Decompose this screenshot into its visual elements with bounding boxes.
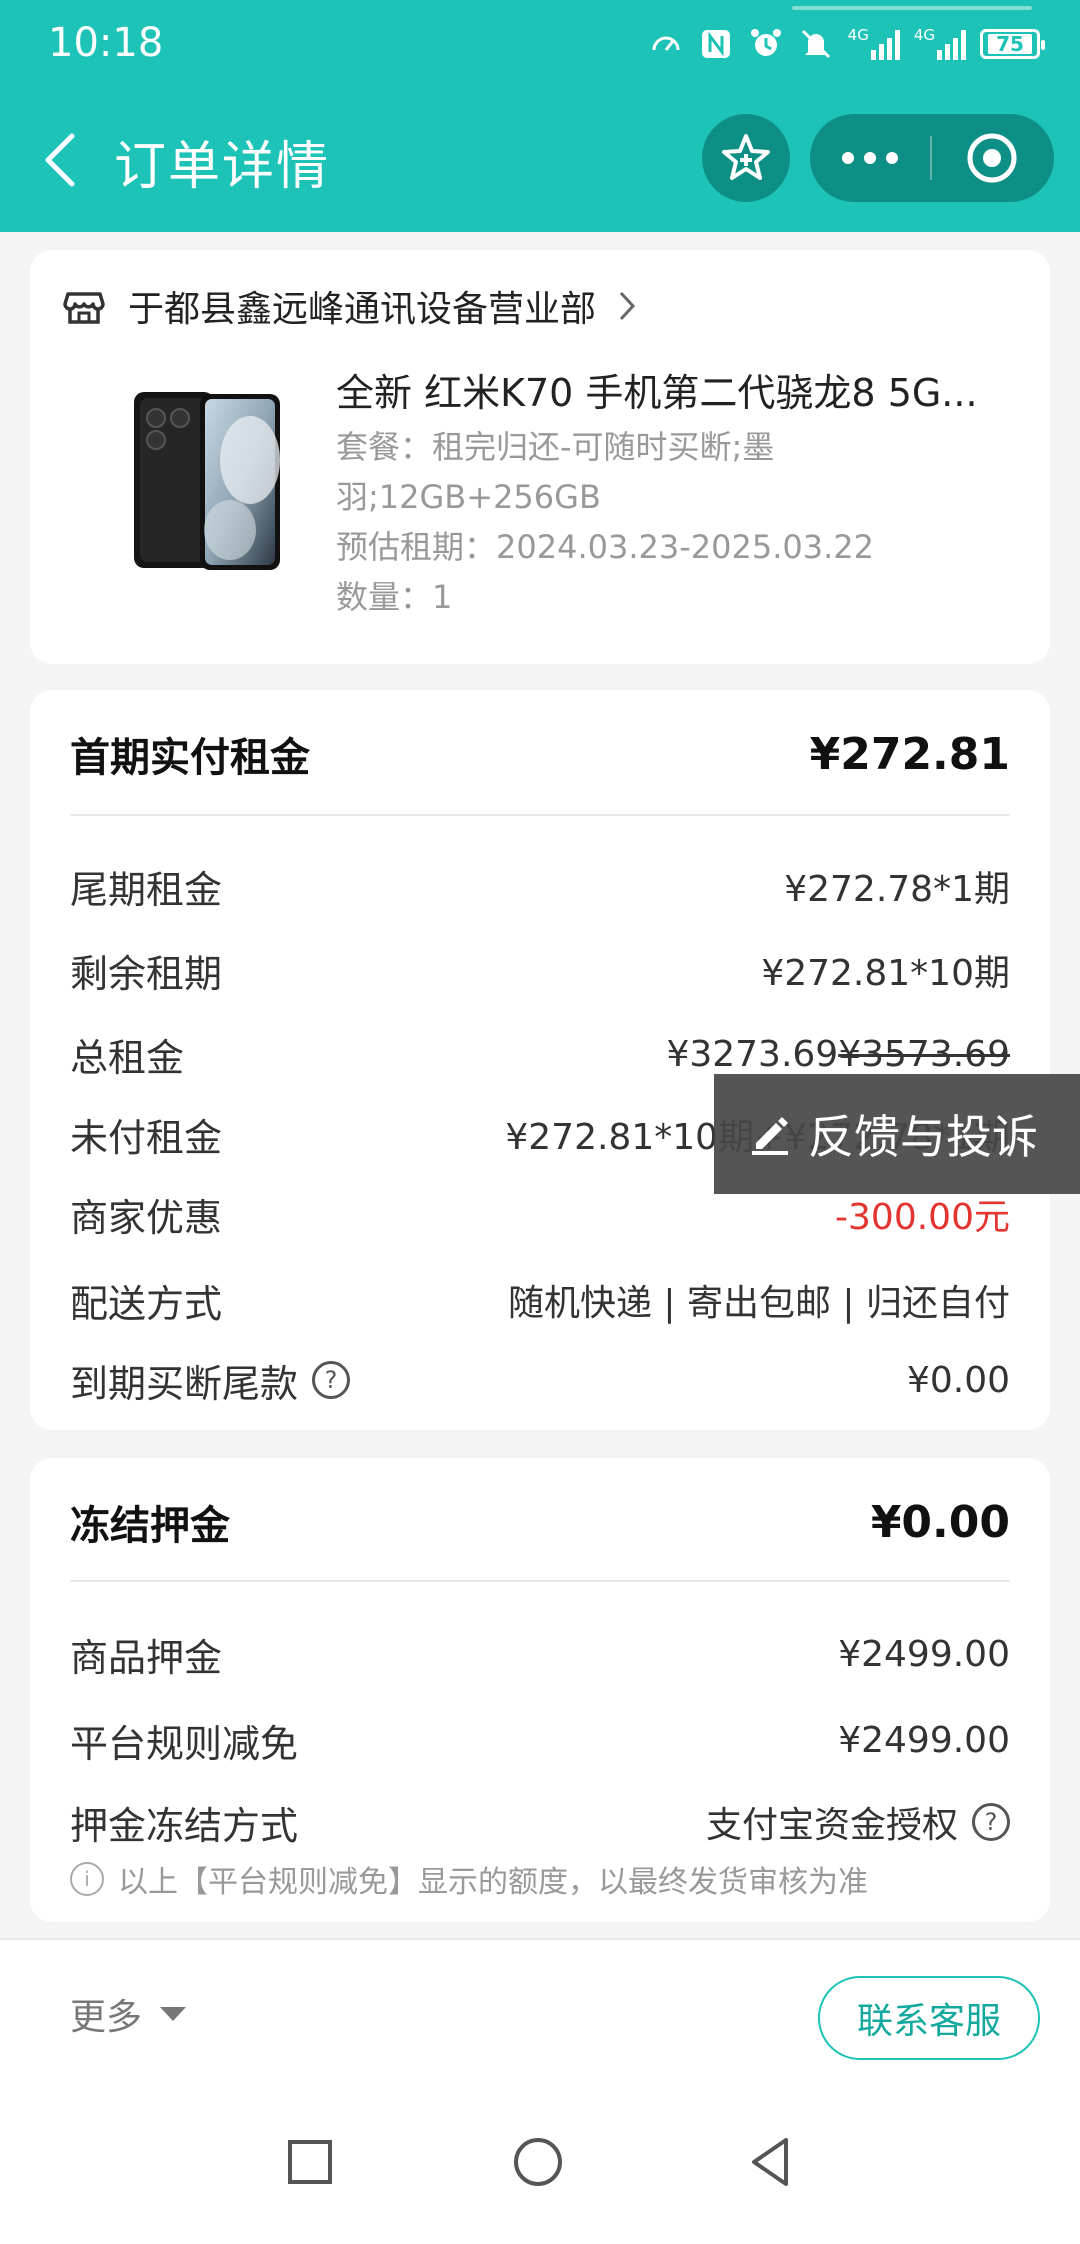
- product-deposit-row: 商品押金 ¥2499.00: [70, 1624, 1010, 1684]
- status-time: 10:18: [48, 20, 164, 66]
- battery-icon: 75: [980, 29, 1045, 59]
- freeze-method-value: 支付宝资金授权?: [706, 1796, 1010, 1848]
- product-quantity: 数量：1: [336, 578, 453, 616]
- product-rental-period: 预估租期：2024.03.23-2025.03.22: [336, 528, 874, 566]
- frozen-deposit-label: 冻结押金: [70, 1503, 230, 1549]
- divider: [70, 814, 1010, 816]
- nfc-icon: [701, 30, 730, 58]
- network-type-label: 4G: [913, 26, 935, 44]
- recents-square-icon[interactable]: [280, 2132, 340, 2192]
- first-rent-row: 首期实付租金 ¥272.81: [70, 724, 1010, 784]
- info-icon: i: [70, 1862, 104, 1896]
- back-chevron-icon[interactable]: [30, 130, 90, 190]
- deposit-card: 冻结押金 ¥0.00 商品押金 ¥2499.00 平台规则减免 ¥2499.00…: [30, 1458, 1050, 1922]
- help-icon[interactable]: ?: [972, 1803, 1010, 1841]
- delivery-row: 配送方式 随机快递 | 寄出包邮 | 归还自付: [70, 1270, 1010, 1330]
- frozen-deposit-value: ¥0.00: [870, 1496, 1010, 1548]
- caret-down-icon: [160, 2007, 187, 2021]
- signal-icon: 4G: [914, 28, 966, 60]
- waiver-note: i 以上【平台规则减免】显示的额度，以最终发货审核为准: [70, 1854, 868, 1904]
- merchant-discount-value: -300.00元: [835, 1197, 1010, 1238]
- buyout-row: 到期买断尾款? ¥0.00: [70, 1350, 1010, 1410]
- feedback-button[interactable]: 反馈与投诉: [714, 1074, 1080, 1194]
- favorite-button[interactable]: [702, 114, 790, 202]
- product-deposit-value: ¥2499.00: [838, 1633, 1010, 1675]
- waiver-note-text: 以上【平台规则减免】显示的额度，以最终发货审核为准: [118, 1865, 868, 1900]
- platform-waiver-row: 平台规则减免 ¥2499.00: [70, 1710, 1010, 1770]
- platform-waiver-label: 平台规则减免: [70, 1721, 299, 1766]
- more-label: 更多: [70, 1997, 143, 2038]
- more-dots-icon[interactable]: [810, 114, 930, 202]
- battery-level: 75: [988, 34, 1032, 54]
- mute-icon: [801, 29, 830, 59]
- home-circle-icon[interactable]: [508, 2132, 568, 2192]
- bottom-action-bar: 更多 联系客服: [0, 1938, 1080, 2088]
- status-icons: 4G 4G 75: [648, 22, 1045, 66]
- freeze-method-row: 押金冻结方式 支付宝资金授权?: [70, 1792, 1010, 1852]
- page-title: 订单详情: [114, 137, 331, 197]
- header: 10:18 4G 4G 75 订单详情: [0, 0, 1080, 232]
- delivery-value: 随机快递 | 寄出包邮 | 归还自付: [507, 1283, 1010, 1324]
- store-name: 于都县鑫远峰通讯设备营业部: [128, 289, 597, 330]
- product-image[interactable]: [100, 380, 300, 580]
- final-rent-row: 尾期租金 ¥272.78*1期: [70, 856, 1010, 916]
- freeze-method-text: 支付宝资金授权: [705, 1805, 958, 1846]
- final-rent-label: 尾期租金: [70, 867, 223, 912]
- product-title[interactable]: 全新 红米K70 手机第二代骁龙8 5G...: [336, 362, 1036, 417]
- product-package: 套餐：租完归还-可随时买断;墨: [336, 428, 775, 466]
- edit-pen-icon: [752, 1117, 788, 1155]
- help-icon[interactable]: ?: [312, 1361, 351, 1399]
- star-plus-icon: [722, 134, 770, 180]
- remaining-period-row: 剩余租期 ¥272.81*10期: [70, 940, 1010, 1000]
- divider: [70, 1580, 1010, 1582]
- product-package-cont: 羽;12GB+256GB: [336, 478, 601, 516]
- total-rent-label: 总租金: [70, 1035, 185, 1080]
- freeze-method-label: 押金冻结方式: [70, 1803, 299, 1848]
- back-triangle-icon[interactable]: [740, 2132, 800, 2192]
- merchant-discount-label: 商家优惠: [70, 1195, 223, 1240]
- alarm-icon: [750, 29, 781, 56]
- remaining-period-value: ¥272.81*10期: [761, 953, 1010, 994]
- final-rent-value: ¥272.78*1期: [784, 869, 1010, 910]
- nav-bar: 订单详情: [0, 110, 1080, 210]
- target-close-icon[interactable]: [932, 114, 1052, 202]
- more-dropdown[interactable]: 更多: [70, 1988, 187, 2040]
- total-rent-original: ¥3573.69: [838, 1033, 1010, 1075]
- first-rent-value: ¥272.81: [809, 728, 1010, 780]
- feedback-label: 反馈与投诉: [808, 1110, 1038, 1164]
- speed-icon: [652, 36, 680, 51]
- product-deposit-label: 商品押金: [70, 1635, 223, 1680]
- buyout-value: ¥0.00: [906, 1359, 1010, 1401]
- frozen-deposit-row: 冻结押金 ¥0.00: [70, 1492, 1010, 1552]
- store-link[interactable]: 于都县鑫远峰通讯设备营业部: [62, 280, 636, 332]
- rent-card: 首期实付租金 ¥272.81 尾期租金 ¥272.78*1期 剩余租期 ¥272…: [30, 690, 1050, 1430]
- product-card: 于都县鑫远峰通讯设备营业部 全新 红米K70 手机第二代骁龙8 5G... 套餐…: [30, 250, 1050, 664]
- network-type-label: 4G: [847, 26, 869, 44]
- status-bar: 10:18 4G 4G 75: [0, 0, 1080, 88]
- total-rent-actual: ¥3273.69: [666, 1033, 839, 1075]
- buyout-label-text: 到期买断尾款: [70, 1361, 299, 1406]
- chevron-right-icon: [619, 291, 636, 321]
- delivery-label: 配送方式: [70, 1281, 223, 1326]
- mini-program-capsule: [810, 114, 1054, 202]
- remaining-period-label: 剩余租期: [70, 951, 223, 996]
- buyout-label: 到期买断尾款?: [70, 1353, 351, 1408]
- signal-icon: 4G: [848, 28, 900, 60]
- platform-waiver-value: ¥2499.00: [838, 1719, 1010, 1761]
- first-rent-label: 首期实付租金: [70, 735, 310, 781]
- store-icon: [63, 292, 105, 324]
- system-nav-bar: [0, 2088, 1080, 2244]
- total-rent-value: ¥3273.69¥3573.69: [666, 1034, 1010, 1075]
- unpaid-rent-label: 未付租金: [70, 1115, 223, 1160]
- contact-service-button[interactable]: 联系客服: [818, 1976, 1040, 2060]
